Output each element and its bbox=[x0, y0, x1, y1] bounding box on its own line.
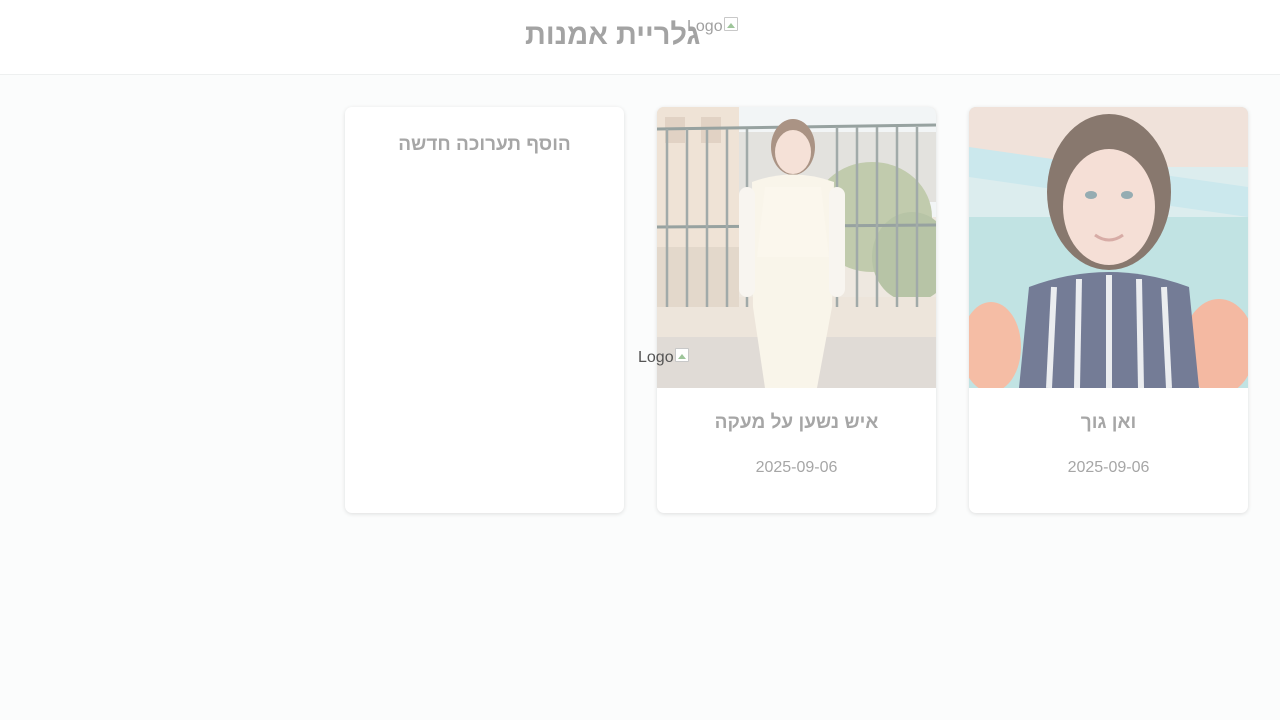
logo-alt-text: Logo bbox=[638, 349, 674, 366]
add-exhibition-label: הוסף תערוכה חדשה bbox=[398, 134, 571, 155]
exhibition-card[interactable]: ואן גוך 2025-09-06 bbox=[969, 107, 1248, 513]
exhibition-photo[interactable] bbox=[969, 107, 1248, 388]
exhibition-photo[interactable] bbox=[657, 107, 936, 388]
photo-overlay bbox=[657, 107, 936, 388]
photo-overlay bbox=[969, 107, 1248, 388]
exhibition-card[interactable]: איש נשען על מעקה 2025-09-06 bbox=[657, 107, 936, 513]
floating-logo-image: Logo bbox=[638, 348, 689, 367]
page-title: גלריית אמנות bbox=[525, 19, 701, 51]
exhibition-title: ואן גוך bbox=[1080, 412, 1137, 433]
exhibition-date: 2025-09-06 bbox=[1067, 459, 1150, 476]
logo-image[interactable]: Logo bbox=[687, 17, 738, 36]
app-header: גלריית אמנות Logo bbox=[0, 0, 1280, 75]
broken-image-icon bbox=[674, 348, 689, 362]
logo-alt-text: Logo bbox=[687, 18, 723, 35]
add-exhibition-card[interactable]: הוסף תערוכה חדשה bbox=[345, 107, 624, 513]
broken-image-icon bbox=[723, 17, 738, 31]
exhibition-title: איש נשען על מעקה bbox=[714, 412, 879, 433]
exhibition-date: 2025-09-06 bbox=[755, 459, 838, 476]
